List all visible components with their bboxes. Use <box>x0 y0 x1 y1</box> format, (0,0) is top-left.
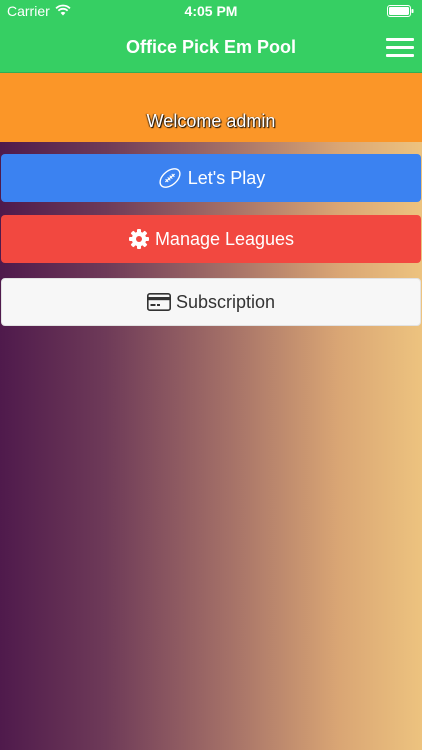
gear-icon <box>128 228 150 250</box>
subscription-label: Subscription <box>175 291 276 312</box>
lets-play-button[interactable]: Let's Play <box>1 154 421 202</box>
manage-leagues-label: Manage Leagues <box>154 228 295 249</box>
nav-bar: Office Pick Em Pool <box>0 22 422 73</box>
football-icon <box>157 166 183 190</box>
subscription-button[interactable]: Subscription <box>1 278 421 326</box>
menu-line <box>386 54 414 57</box>
page-title: Office Pick Em Pool <box>125 37 297 57</box>
menu-line <box>386 46 414 49</box>
welcome-text: Welcome admin <box>146 111 276 131</box>
status-right <box>387 4 414 20</box>
status-time: 4:05 PM <box>184 3 238 19</box>
battery-icon <box>387 4 414 20</box>
credit-card-icon <box>146 293 171 311</box>
menu-line <box>386 38 414 41</box>
lets-play-label: Let's Play <box>187 167 266 188</box>
hamburger-menu-icon[interactable] <box>386 38 414 60</box>
welcome-banner: Welcome admin <box>0 73 422 142</box>
manage-leagues-button[interactable]: Manage Leagues <box>1 215 421 263</box>
status-bar: Carrier 4:05 PM <box>0 0 422 22</box>
